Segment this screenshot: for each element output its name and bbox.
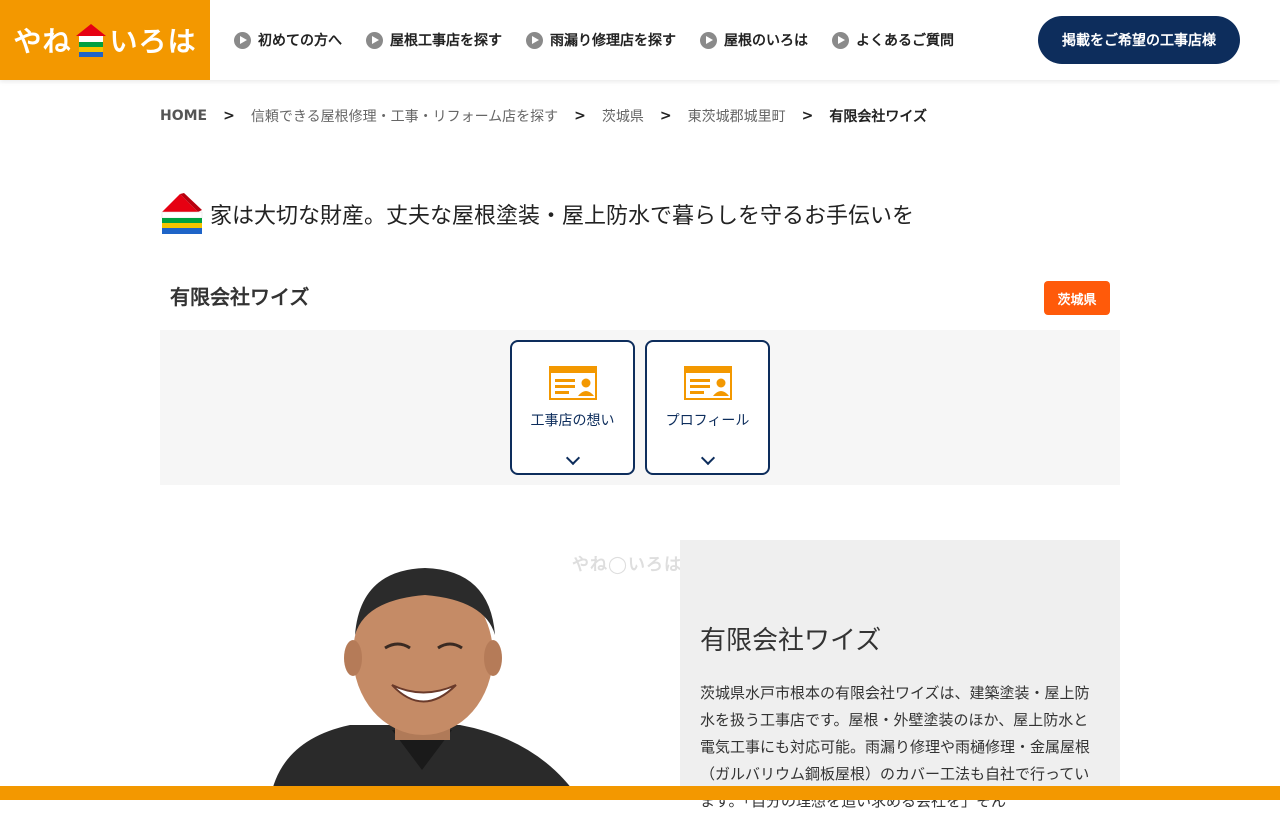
company-info-panel: 有限会社ワイズ 茨城県水戸市根本の有限会社ワイズは、建築塗装・屋上防水を扱う工事… <box>680 540 1120 810</box>
breadcrumb-current: 有限会社ワイズ <box>829 109 927 125</box>
breadcrumb-separator: > <box>659 108 672 124</box>
prefecture-badge[interactable]: 茨城県 <box>1044 281 1110 315</box>
headline-text: 家は大切な財産。丈夫な屋根塗装・屋上防水で暮らしを守るお手伝いを <box>210 204 915 229</box>
profile-title: 有限会社ワイズ <box>700 626 882 656</box>
nav-label: 屋根工事店を探す <box>390 33 502 49</box>
tab-label: 工事店の想い <box>530 413 615 429</box>
site-header: やね いろは 初めての方へ 屋根工事店を探す 雨漏り修理店を探す 屋根のいろは … <box>0 0 1280 80</box>
logo-text-right: いろは <box>109 25 197 58</box>
breadcrumb-item-town[interactable]: 東茨城郡城里町 <box>688 106 786 126</box>
nav-label: よくあるご質問 <box>856 33 954 49</box>
house-logo-icon <box>75 24 106 57</box>
house-icon <box>161 193 203 234</box>
play-circle-icon <box>832 31 849 49</box>
play-circle-icon <box>366 31 383 49</box>
nav-faq[interactable]: よくあるご質問 <box>832 30 954 50</box>
site-logo[interactable]: やね いろは <box>0 0 210 80</box>
tab-philosophy[interactable]: 工事店の想い <box>510 340 635 475</box>
breadcrumb: HOME > 信頼できる屋根修理・工事・リフォーム店を探す > 茨城県 > 東茨… <box>160 106 927 126</box>
chevron-down-icon <box>565 450 580 466</box>
nav-first-time[interactable]: 初めての方へ <box>234 30 342 50</box>
breadcrumb-item-search[interactable]: 信頼できる屋根修理・工事・リフォーム店を探す <box>251 106 558 126</box>
breadcrumb-separator: > <box>801 108 814 124</box>
nav-roof-basics[interactable]: 屋根のいろは <box>700 30 808 50</box>
owner-portrait-image <box>270 568 580 800</box>
tab-label: プロフィール <box>665 413 750 429</box>
profile-card-icon <box>548 366 597 400</box>
breadcrumb-item-prefecture[interactable]: 茨城県 <box>602 106 644 126</box>
company-name: 有限会社ワイズ <box>170 285 310 309</box>
section-tabs: 工事店の想い プロフィール <box>160 330 1120 485</box>
profile-card-icon <box>683 366 732 400</box>
play-circle-icon <box>526 31 543 49</box>
play-circle-icon <box>700 31 717 49</box>
nav-label: 雨漏り修理店を探す <box>550 33 676 49</box>
play-circle-icon <box>234 31 251 49</box>
chevron-down-icon <box>700 450 715 466</box>
breadcrumb-home[interactable]: HOME <box>160 108 207 124</box>
site-watermark: やね◯いろは <box>572 555 683 575</box>
nav-find-leak-repair[interactable]: 雨漏り修理店を探す <box>526 30 676 50</box>
listing-request-button[interactable]: 掲載をご希望の工事店様 <box>1038 16 1240 64</box>
main-nav: 初めての方へ 屋根工事店を探す 雨漏り修理店を探す 屋根のいろは よくあるご質問 <box>234 0 954 80</box>
bottom-accent-bar <box>0 786 1280 800</box>
breadcrumb-separator: > <box>574 108 586 124</box>
page-headline: 家は大切な財産。丈夫な屋根塗装・屋上防水で暮らしを守るお手伝いを <box>160 192 914 236</box>
tab-profile[interactable]: プロフィール <box>645 340 770 475</box>
nav-label: 初めての方へ <box>258 33 342 49</box>
nav-find-roofer[interactable]: 屋根工事店を探す <box>366 30 502 50</box>
logo-text-left: やね <box>13 25 72 58</box>
owner-photo <box>160 540 680 800</box>
breadcrumb-separator: > <box>223 108 235 124</box>
nav-label: 屋根のいろは <box>724 33 808 49</box>
